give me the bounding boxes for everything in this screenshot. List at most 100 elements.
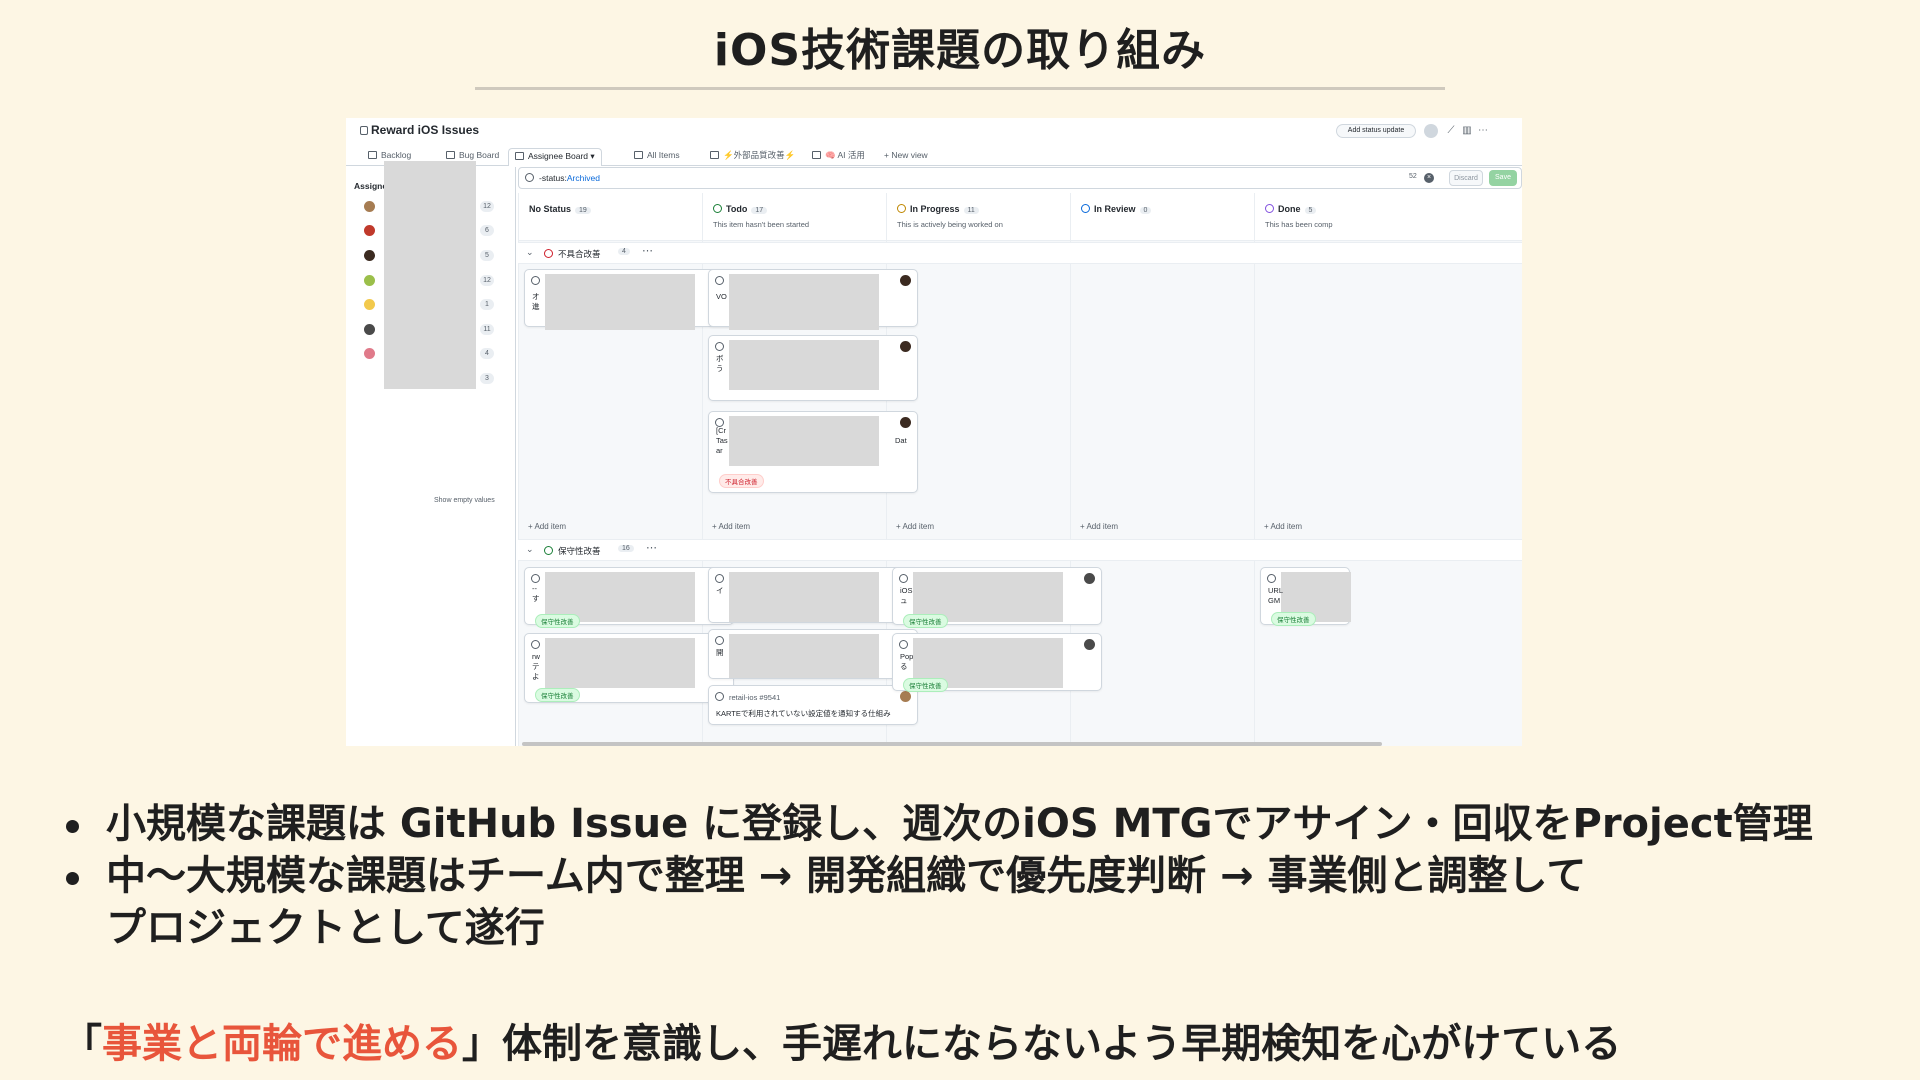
- add-item-button[interactable]: + Add item: [1080, 522, 1118, 531]
- tab-external-quality[interactable]: ⚡外部品質改善⚡: [704, 148, 801, 166]
- board-area: -status:Archived 52 × Discard Save No St…: [518, 167, 1522, 746]
- issue-open-icon: [715, 574, 724, 583]
- view-tabs: Backlog Bug Board Assignee Board ▾ All I…: [346, 144, 1522, 166]
- redaction-block: [729, 572, 879, 622]
- group-bug-fix[interactable]: ⌄ 不具合改善 4 ⋯: [518, 242, 1522, 264]
- insights-icon[interactable]: ⟋: [1444, 124, 1458, 138]
- redaction-block: [545, 638, 695, 688]
- avatar: [364, 275, 375, 286]
- more-icon[interactable]: ⋯: [1476, 124, 1490, 138]
- add-status-update-button[interactable]: Add status update: [1336, 124, 1416, 138]
- avatar: [364, 324, 375, 335]
- column-done: Done 5 This has been comp: [1254, 193, 1522, 746]
- bullet-item: 中〜大規模な課題はチーム内で整理 → 開発組織で優先度判断 → 事業側と調整して: [62, 850, 1882, 902]
- issue-card[interactable]: iOS ュ 保守性改善: [892, 567, 1102, 628]
- redaction-block: [729, 340, 879, 390]
- issue-card[interactable]: -- す 保守性改善: [524, 567, 734, 628]
- issue-reference[interactable]: retail-ios #9541: [729, 693, 780, 702]
- issue-open-icon: [899, 574, 908, 583]
- issue-card[interactable]: rw テ よ 保守性改善: [524, 633, 734, 703]
- chevron-down-icon[interactable]: ⌄: [526, 247, 534, 258]
- avatar: [364, 201, 375, 212]
- avatar: [900, 417, 911, 428]
- filter-bar[interactable]: -status:Archived 52 × Discard Save: [518, 167, 1522, 189]
- save-button[interactable]: Save: [1489, 170, 1517, 186]
- add-item-button[interactable]: + Add item: [1264, 522, 1302, 531]
- issue-card[interactable]: retail-ios #9541 KARTEで利用されていない設定値を通知する仕…: [708, 685, 918, 725]
- avatar: [900, 275, 911, 286]
- issue-open-icon: [531, 640, 540, 649]
- discard-button[interactable]: Discard: [1449, 170, 1483, 186]
- horizontal-scrollbar[interactable]: [522, 742, 1382, 746]
- avatar: [900, 341, 911, 352]
- group-status-icon: [544, 546, 553, 555]
- todo-status-icon: [713, 204, 722, 213]
- project-title[interactable]: Reward iOS Issues: [360, 123, 479, 137]
- filter-icon: [525, 173, 534, 182]
- table-icon: [634, 151, 643, 159]
- issue-title[interactable]: KARTEで利用されていない設定値を通知する仕組み: [716, 708, 891, 719]
- group-more-icon[interactable]: ⋯: [642, 244, 653, 257]
- board-icon: [446, 151, 455, 159]
- label-maintainability[interactable]: 保守性改善: [903, 614, 948, 628]
- issue-open-icon: [531, 276, 540, 285]
- key-message-accent: 事業と両輪で進める: [102, 1021, 462, 1067]
- tab-all-items[interactable]: All Items: [628, 148, 686, 166]
- tab-assignee-board[interactable]: Assignee Board ▾: [508, 148, 602, 166]
- group-more-icon[interactable]: ⋯: [646, 541, 657, 554]
- label-maintainability[interactable]: 保守性改善: [1271, 612, 1316, 626]
- issue-open-icon: [531, 574, 540, 583]
- issue-open-icon: [715, 342, 724, 351]
- issue-card[interactable]: イ: [708, 567, 918, 623]
- avatar: [1084, 573, 1095, 584]
- redaction-block: [729, 634, 879, 678]
- table-icon: [812, 151, 821, 159]
- issue-card[interactable]: VO: [708, 269, 918, 330]
- clear-filter-icon[interactable]: ×: [1424, 173, 1434, 183]
- issue-open-icon: [715, 692, 724, 701]
- filter-query[interactable]: -status:Archived: [539, 173, 600, 183]
- issue-card[interactable]: オ 進: [524, 269, 734, 330]
- show-empty-values-link[interactable]: Show empty values: [434, 497, 495, 504]
- issue-open-icon: [715, 276, 724, 285]
- board-icon: [515, 152, 524, 160]
- issue-card[interactable]: 開: [708, 629, 918, 679]
- avatar[interactable]: [1424, 124, 1438, 138]
- in-progress-status-icon: [897, 204, 906, 213]
- label-maintainability[interactable]: 保守性改善: [903, 678, 948, 692]
- avatar: [364, 225, 375, 236]
- redaction-block: [384, 161, 476, 389]
- tab-ai[interactable]: 🧠 AI 活用: [806, 148, 871, 166]
- new-view-button[interactable]: + New view: [878, 148, 934, 166]
- table-icon: [368, 151, 377, 159]
- tab-dropdown-icon[interactable]: ▾: [590, 151, 594, 161]
- chevron-down-icon[interactable]: ⌄: [526, 544, 534, 555]
- issue-card[interactable]: URL GM 保守性改善: [1260, 567, 1351, 626]
- assignee-sidebar: Assignees ▾ 12 6 5 12 1 11 4 3 Show empt…: [346, 161, 516, 746]
- issue-open-icon: [899, 640, 908, 649]
- issue-open-icon: [1267, 574, 1276, 583]
- redaction-block: [545, 274, 695, 330]
- github-project-screenshot: Reward iOS Issues Add status update ⟋ ▥ …: [346, 118, 1522, 746]
- redaction-block: [729, 416, 879, 466]
- bullet-item: 小規模な課題は GitHub Issue に登録し、週次のiOS MTGでアサイ…: [62, 798, 1882, 850]
- group-maintainability[interactable]: ⌄ 保守性改善 16 ⋯: [518, 539, 1522, 561]
- roadmap-icon: [710, 151, 719, 159]
- label-maintainability[interactable]: 保守性改善: [535, 688, 580, 702]
- slide-title: iOS技術課題の取り組み: [713, 25, 1207, 76]
- redaction-block: [729, 274, 879, 330]
- label-maintainability[interactable]: 保守性改善: [535, 614, 580, 628]
- avatar: [1084, 639, 1095, 650]
- add-item-button[interactable]: + Add item: [528, 522, 566, 531]
- bullet-list: 小規模な課題は GitHub Issue に登録し、週次のiOS MTGでアサイ…: [62, 798, 1882, 954]
- add-item-button[interactable]: + Add item: [712, 522, 750, 531]
- issue-card[interactable]: [Cr Tas ar Dat 不具合改善: [708, 411, 918, 493]
- label-bug[interactable]: 不具合改善: [719, 474, 764, 488]
- issue-card[interactable]: ボ う: [708, 335, 918, 401]
- title-divider: [475, 87, 1445, 90]
- done-status-icon: [1265, 204, 1274, 213]
- add-item-button[interactable]: + Add item: [896, 522, 934, 531]
- issue-card[interactable]: Pop る 保守性改善: [892, 633, 1102, 692]
- group-status-icon: [544, 249, 553, 258]
- layout-icon[interactable]: ▥: [1460, 124, 1474, 138]
